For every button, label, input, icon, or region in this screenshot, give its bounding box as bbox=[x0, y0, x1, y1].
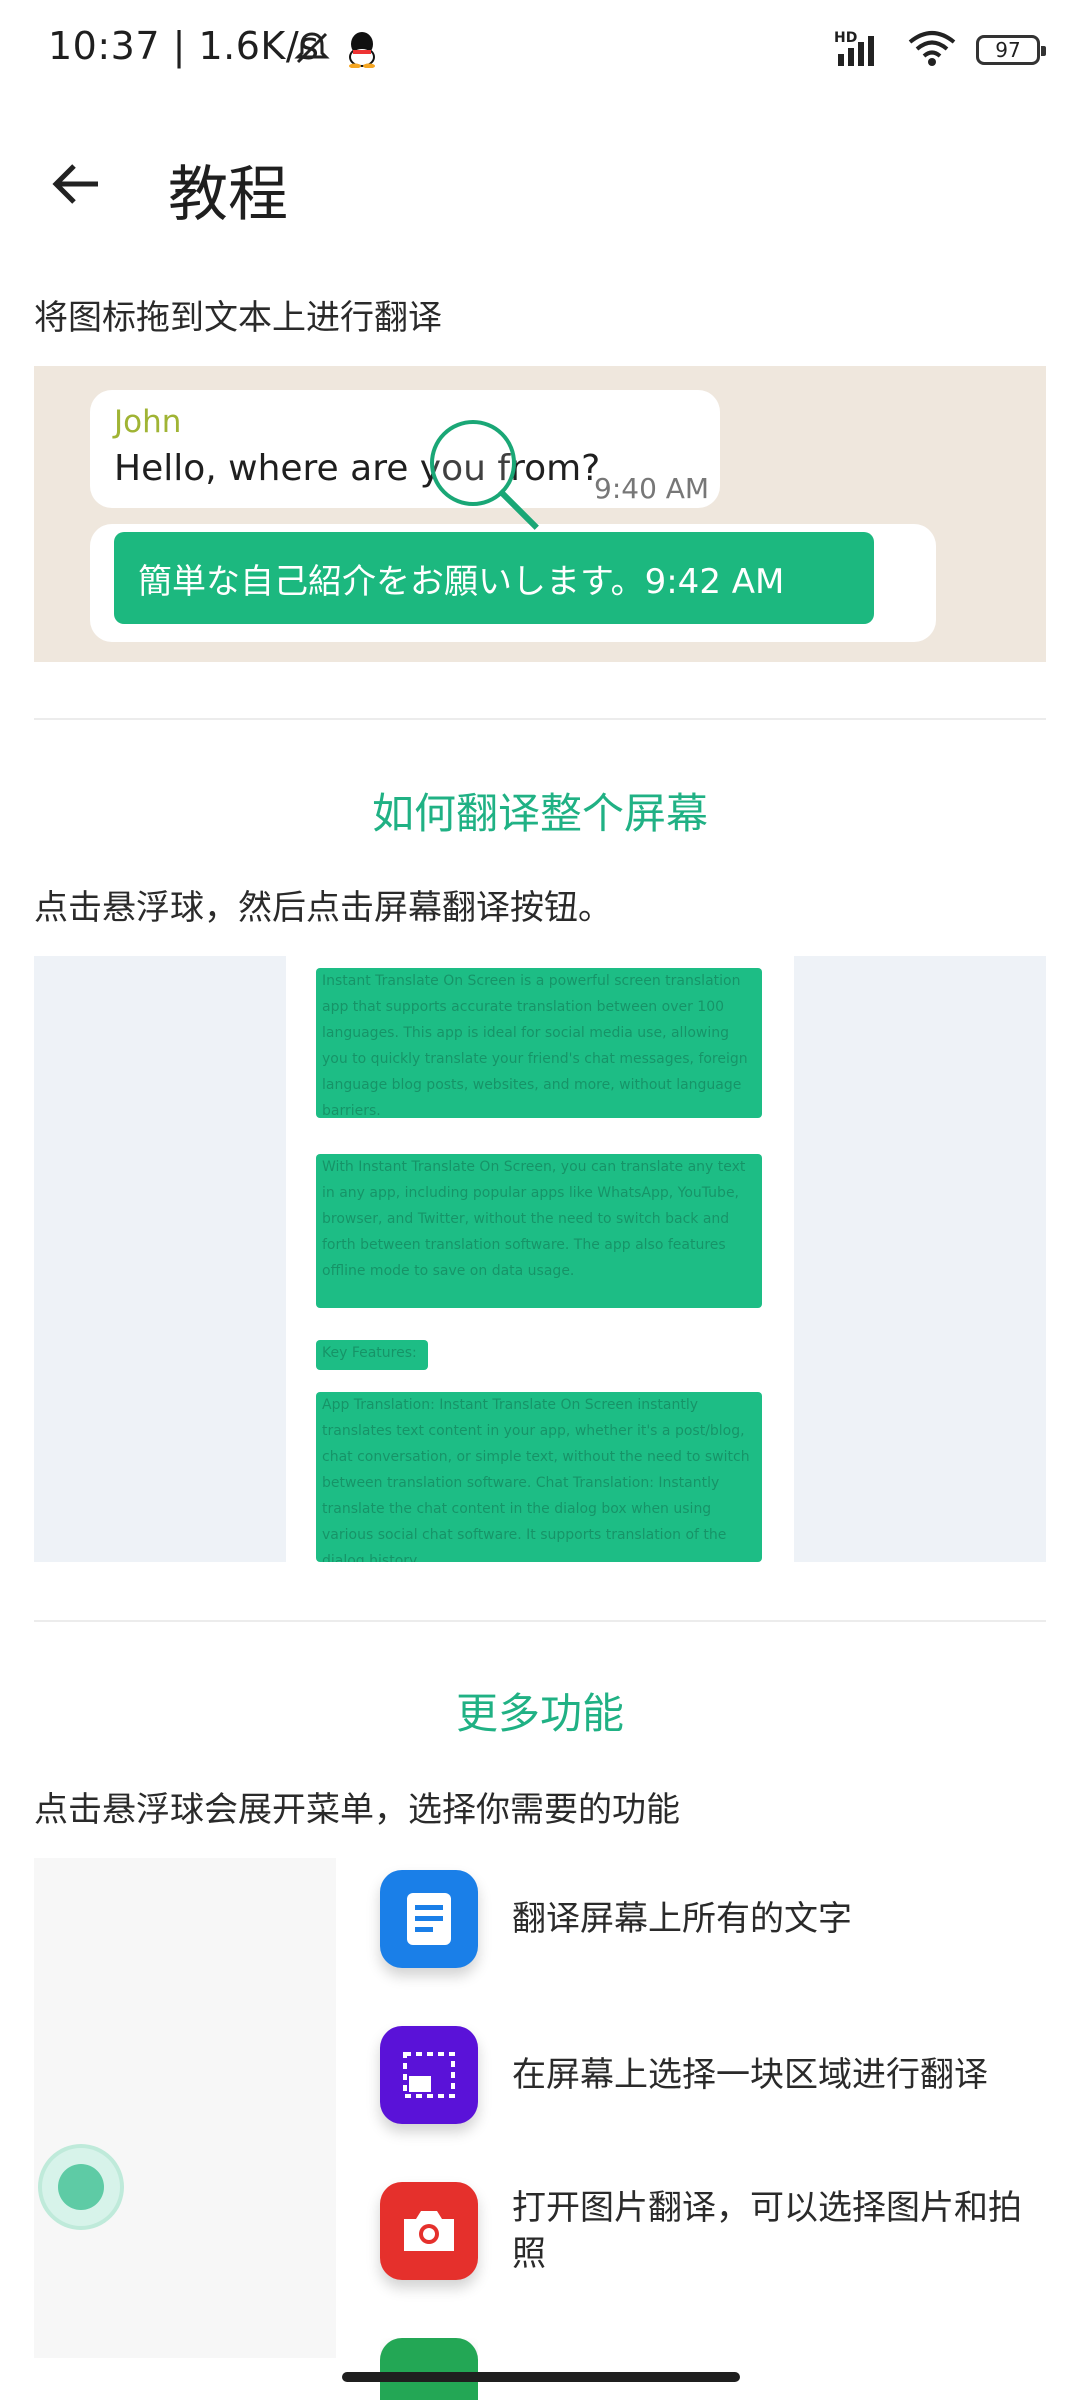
feature-item-translate-screen[interactable]: 翻译屏幕上所有的文字 bbox=[380, 1870, 1072, 1968]
signal-icon: HD bbox=[834, 30, 888, 70]
arrow-left-icon bbox=[52, 164, 98, 204]
demo-block: App Translation: Instant Translate On Sc… bbox=[316, 1392, 762, 1562]
demo-block: Key Features: bbox=[316, 1340, 428, 1370]
feature-item-image-translate[interactable]: 打开图片翻译，可以选择图片和拍照 bbox=[380, 2182, 1032, 2280]
region-select-icon bbox=[380, 2026, 478, 2124]
chat-time: 9:40 AM bbox=[594, 472, 710, 505]
status-time: 10:37 | 1.6K/s bbox=[48, 24, 320, 68]
floating-ball-icon bbox=[42, 2148, 120, 2226]
features-demo-panel bbox=[34, 1858, 336, 2358]
battery-icon: 97 bbox=[976, 35, 1046, 65]
wifi-icon bbox=[906, 28, 958, 72]
page-title: 教程 bbox=[168, 160, 288, 230]
screen-instruction: 点击悬浮球，然后点击屏幕翻译按钮。 bbox=[34, 888, 612, 928]
features-heading: 更多功能 bbox=[455, 1689, 624, 1738]
feature-label: 在屏幕上选择一块区域进行翻译 bbox=[512, 2055, 988, 2095]
battery-level: 97 bbox=[995, 38, 1021, 62]
screen-heading: 如何翻译整个屏幕 bbox=[371, 789, 708, 838]
back-button[interactable] bbox=[40, 148, 112, 220]
mute-bell-icon bbox=[292, 28, 332, 72]
status-bar: 10:37 | 1.6K/s HD 97 bbox=[0, 0, 1080, 100]
screen-demo-page: Instant Translate On Screen is a powerfu… bbox=[286, 956, 794, 1562]
network-type: HD bbox=[834, 30, 858, 46]
feature-item-more[interactable] bbox=[380, 2338, 478, 2400]
features-instruction: 点击悬浮球会展开菜单，选择你需要的功能 bbox=[34, 1790, 680, 1830]
status-right-icons: HD 97 bbox=[834, 28, 1046, 72]
home-indicator[interactable] bbox=[342, 2372, 740, 2382]
qq-icon bbox=[346, 30, 378, 72]
demo-block: With Instant Translate On Screen, you ca… bbox=[316, 1154, 762, 1308]
drag-instruction: 将图标拖到文本上进行翻译 bbox=[34, 298, 442, 338]
chat-message: Hello, where are you from? bbox=[114, 448, 601, 489]
feature-label: 打开图片翻译，可以选择图片和拍照 bbox=[512, 2188, 1022, 2274]
divider bbox=[34, 718, 1046, 720]
chat-sender: John bbox=[114, 404, 182, 440]
drag-demo-image: John Hello, where are you from? 9:40 AM … bbox=[34, 366, 1046, 662]
screen-demo-image: Instant Translate On Screen is a powerfu… bbox=[34, 956, 1046, 1562]
green-feature-icon bbox=[380, 2338, 478, 2400]
translation-result: 簡単な自己紹介をお願いします。9:42 AM bbox=[114, 532, 874, 624]
feature-item-region-translate[interactable]: 在屏幕上选择一块区域进行翻译 bbox=[380, 2026, 1072, 2124]
demo-block: Instant Translate On Screen is a powerfu… bbox=[316, 968, 762, 1118]
document-icon bbox=[380, 1870, 478, 1968]
feature-label: 翻译屏幕上所有的文字 bbox=[512, 1899, 852, 1939]
divider bbox=[34, 1620, 1046, 1622]
camera-icon bbox=[380, 2182, 478, 2280]
